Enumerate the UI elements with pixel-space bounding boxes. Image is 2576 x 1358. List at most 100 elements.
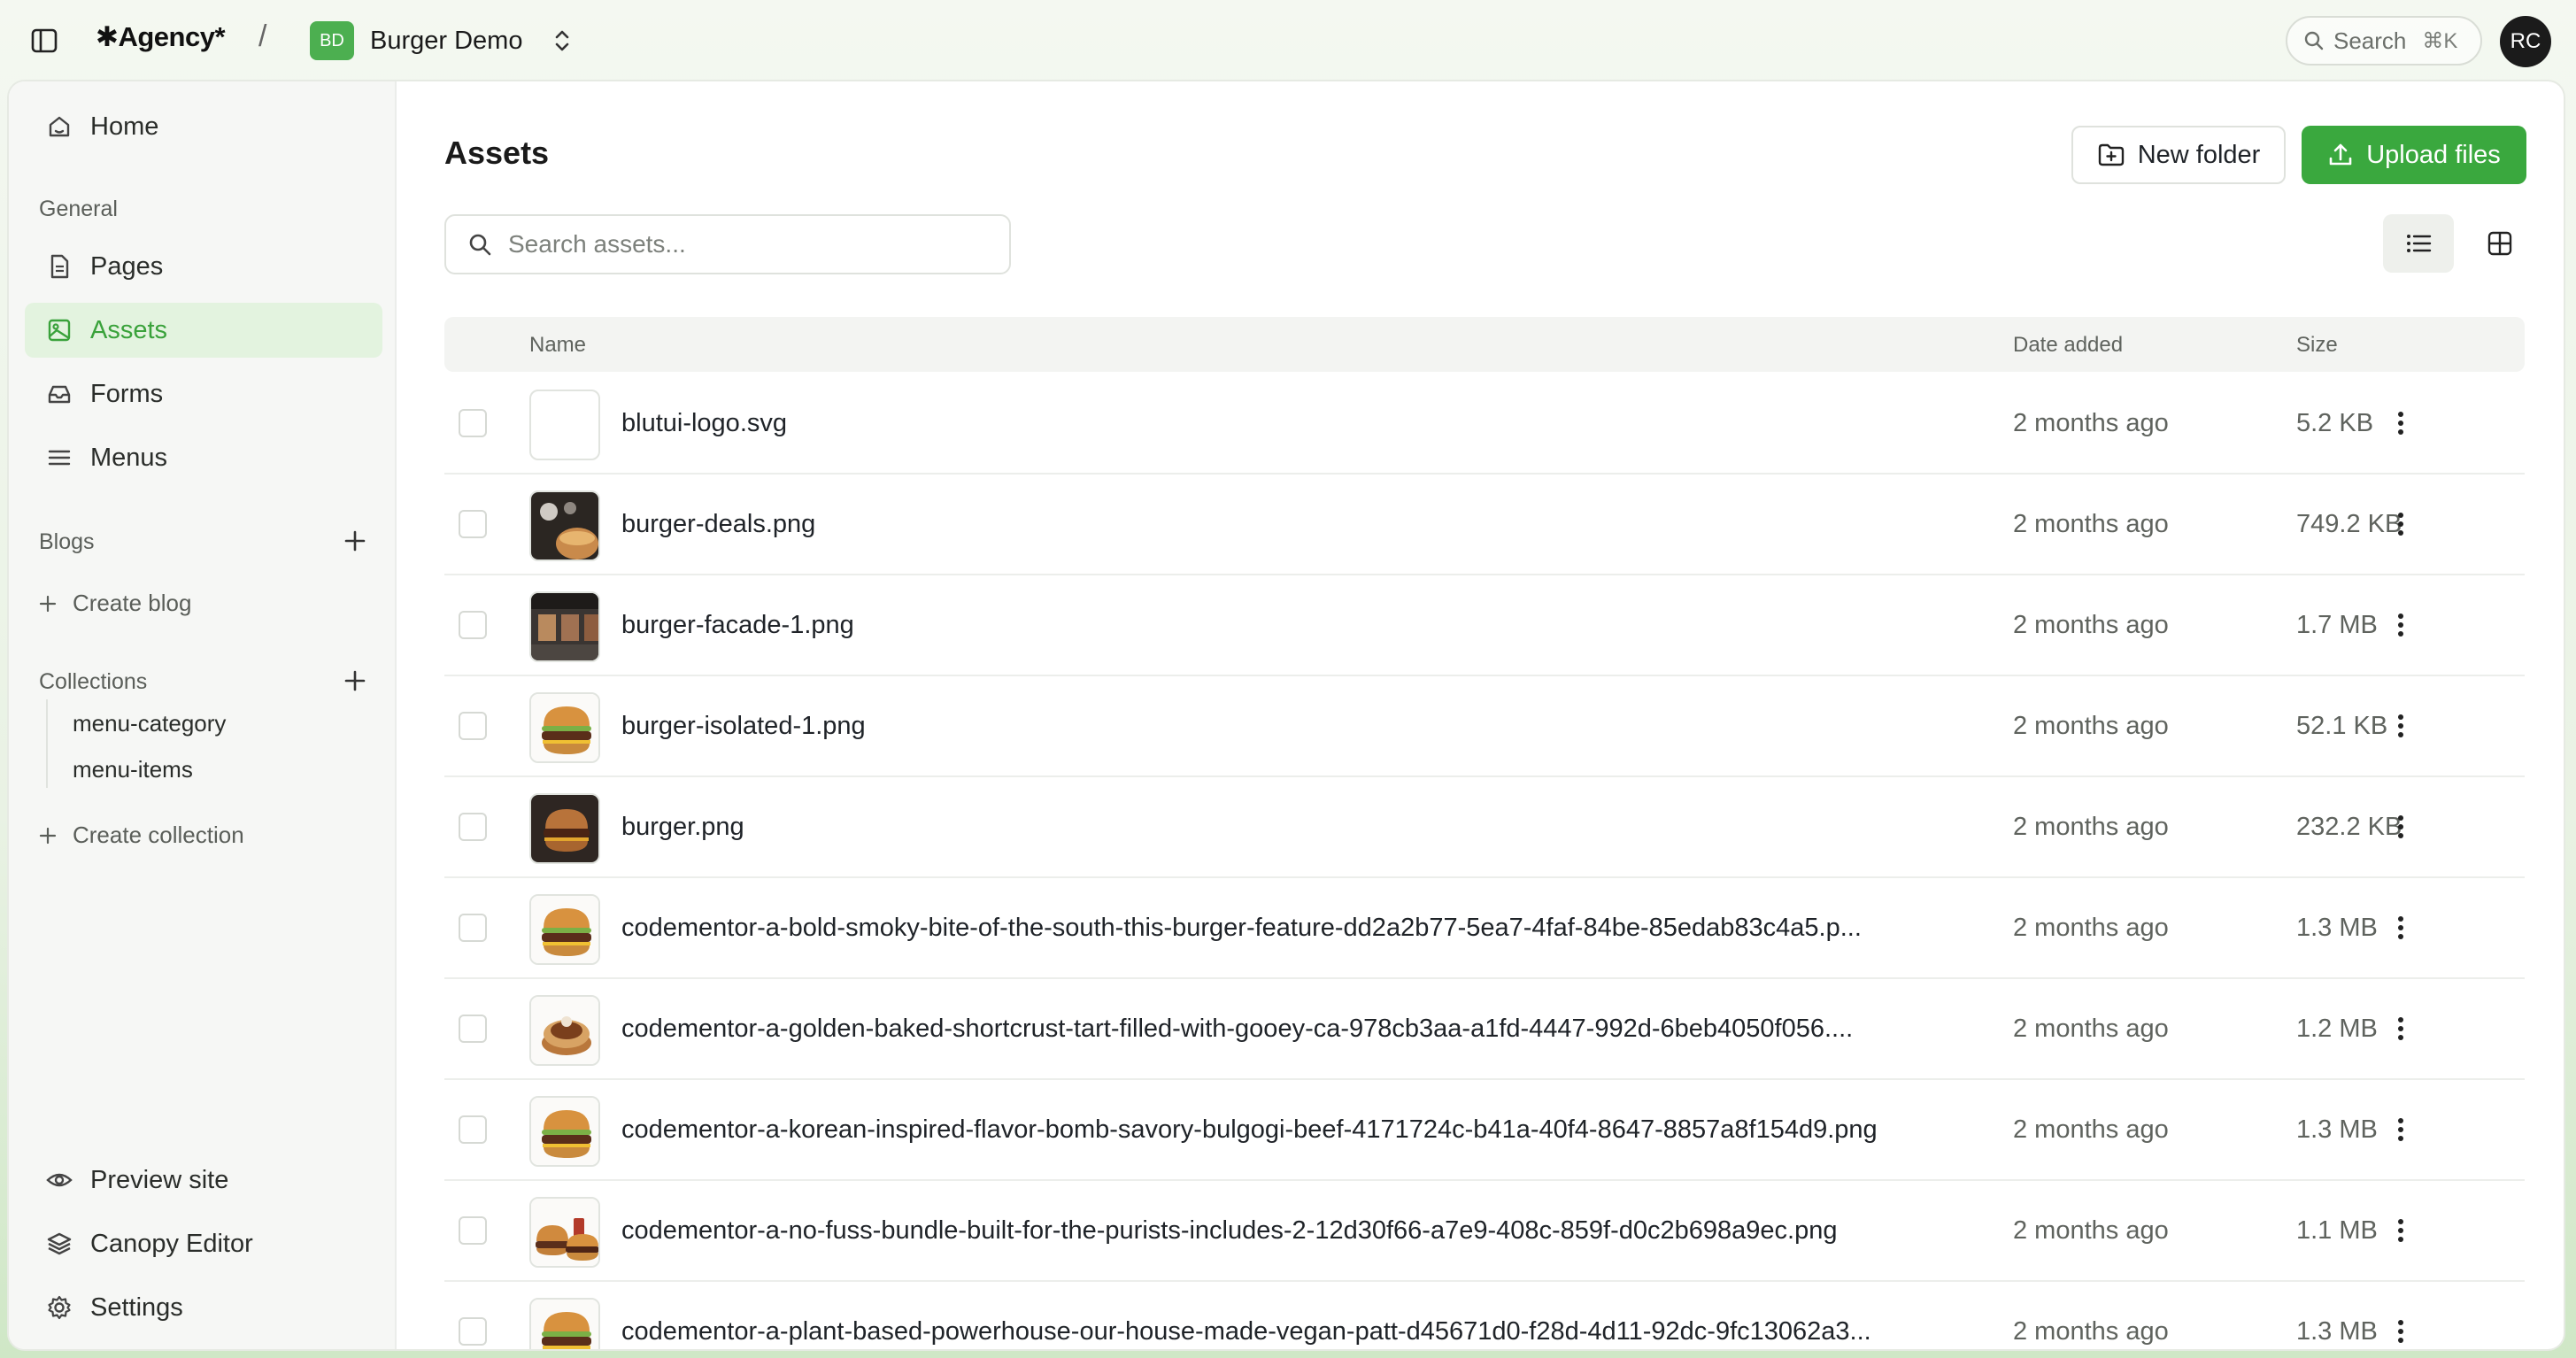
add-blog-icon[interactable] (340, 526, 370, 556)
asset-name[interactable]: burger.png (621, 813, 1985, 842)
more-options-icon[interactable] (2383, 1009, 2418, 1048)
asset-date: 2 months ago (2013, 1115, 2169, 1144)
more-options-icon[interactable] (2383, 1211, 2418, 1250)
more-options-icon[interactable] (2383, 1312, 2418, 1349)
row-checkbox[interactable] (459, 813, 487, 841)
asset-name[interactable]: burger-isolated-1.png (621, 712, 1985, 741)
gear-icon (48, 1295, 71, 1320)
more-options-icon[interactable] (2383, 1110, 2418, 1149)
asset-name[interactable]: codementor-a-no-fuss-bundle-built-for-th… (621, 1216, 1985, 1246)
search-label: Search (2333, 27, 2407, 54)
search-icon (469, 234, 491, 256)
list-view-toggle[interactable] (2383, 214, 2454, 273)
global-search-button[interactable]: Search ⌘K (2286, 16, 2482, 66)
more-options-icon[interactable] (2383, 706, 2418, 745)
breadcrumb-separator: / (258, 19, 267, 53)
sidebar-item-pages[interactable]: Pages (25, 239, 382, 294)
column-header-size[interactable]: Size (2296, 333, 2338, 358)
collection-item-menu-items[interactable]: menu-items (73, 756, 193, 783)
search-icon (2304, 31, 2324, 50)
upload-icon (2329, 143, 2352, 166)
more-options-icon[interactable] (2383, 404, 2418, 443)
create-blog-link[interactable]: Create blog (39, 590, 191, 617)
more-options-icon[interactable] (2383, 505, 2418, 544)
column-header-date[interactable]: Date added (2013, 333, 2123, 358)
user-avatar[interactable]: RC (2500, 16, 2551, 67)
sidebar-item-menus[interactable]: Menus (25, 430, 382, 485)
asset-name[interactable]: codementor-a-bold-smoky-bite-of-the-sout… (621, 914, 1985, 943)
row-checkbox[interactable] (459, 1115, 487, 1144)
asset-name[interactable]: burger-facade-1.png (621, 611, 1985, 640)
sidebar-item-assets[interactable]: Assets (25, 303, 382, 358)
search-shortcut: ⌘K (2422, 28, 2458, 53)
table-row[interactable]: blutui-logo.svg 2 months ago 5.2 KB (444, 374, 2525, 475)
sidebar: Home General Pages Assets Forms Menus Bl… (9, 81, 397, 1349)
asset-thumbnail (529, 591, 600, 662)
row-checkbox[interactable] (459, 409, 487, 437)
row-checkbox[interactable] (459, 510, 487, 538)
table-row[interactable]: codementor-a-bold-smoky-bite-of-the-sout… (444, 878, 2525, 979)
create-collection-link[interactable]: Create collection (39, 822, 244, 849)
chevron-up-down-icon[interactable] (552, 27, 572, 54)
column-header-name[interactable]: Name (529, 333, 586, 358)
asset-name[interactable]: codementor-a-plant-based-powerhouse-our-… (621, 1317, 1985, 1346)
project-switcher[interactable]: BD Burger Demo (310, 21, 572, 60)
asset-thumbnail (529, 995, 600, 1066)
menu-lines-icon (48, 450, 71, 466)
asset-search-input[interactable] (508, 230, 968, 258)
table-row[interactable]: burger.png 2 months ago 232.2 KB (444, 777, 2525, 878)
sidebar-item-home[interactable]: Home (25, 99, 382, 154)
asset-thumbnail (529, 1197, 600, 1268)
sidebar-item-settings[interactable]: Settings (25, 1280, 382, 1335)
table-row[interactable]: codementor-a-plant-based-powerhouse-our-… (444, 1282, 2525, 1349)
new-folder-button[interactable]: New folder (2071, 126, 2286, 184)
row-checkbox[interactable] (459, 914, 487, 942)
asset-size: 1.2 MB (2296, 1015, 2378, 1043)
table-row[interactable]: burger-facade-1.png 2 months ago 1.7 MB (444, 575, 2525, 676)
home-icon (49, 116, 70, 137)
table-row[interactable]: codementor-a-korean-inspired-flavor-bomb… (444, 1080, 2525, 1181)
row-checkbox[interactable] (459, 1216, 487, 1245)
top-bar: ✱Agency* / BD Burger Demo Search ⌘K RC (0, 0, 2576, 81)
sidebar-item-canopy-editor[interactable]: Canopy Editor (25, 1216, 382, 1271)
upload-files-button[interactable]: Upload files (2302, 126, 2526, 184)
add-collection-icon[interactable] (340, 666, 370, 696)
asset-date: 2 months ago (2013, 1015, 2169, 1043)
collection-item-menu-category[interactable]: menu-category (73, 710, 226, 737)
grid-view-toggle[interactable] (2464, 214, 2535, 273)
asset-size: 52.1 KB (2296, 712, 2388, 740)
table-row[interactable]: burger-isolated-1.png 2 months ago 52.1 KB (444, 676, 2525, 777)
layers-icon (47, 1232, 72, 1255)
table-row[interactable]: codementor-a-golden-baked-shortcrust-tar… (444, 979, 2525, 1080)
sidebar-item-label: Preview site (90, 1165, 229, 1194)
asset-name[interactable]: blutui-logo.svg (621, 409, 1985, 438)
app-shell: Home General Pages Assets Forms Menus Bl… (9, 81, 2564, 1349)
table-row[interactable]: burger-deals.png 2 months ago 749.2 KB (444, 475, 2525, 575)
table-row[interactable]: codementor-a-no-fuss-bundle-built-for-th… (444, 1181, 2525, 1282)
create-blog-label: Create blog (73, 590, 192, 616)
asset-name[interactable]: codementor-a-golden-baked-shortcrust-tar… (621, 1015, 1985, 1044)
asset-name[interactable]: burger-deals.png (621, 510, 1985, 539)
asset-date: 2 months ago (2013, 611, 2169, 639)
sidebar-item-label: Home (90, 112, 159, 141)
sidebar-toggle-icon[interactable] (27, 25, 62, 57)
asset-name[interactable]: codementor-a-korean-inspired-flavor-bomb… (621, 1115, 1985, 1145)
project-name: Burger Demo (370, 26, 523, 55)
more-options-icon[interactable] (2383, 606, 2418, 644)
row-checkbox[interactable] (459, 1317, 487, 1346)
asset-size: 1.3 MB (2296, 914, 2378, 942)
section-label-general: General (39, 197, 118, 221)
more-options-icon[interactable] (2383, 807, 2418, 846)
asset-size: 5.2 KB (2296, 409, 2374, 437)
row-checkbox[interactable] (459, 611, 487, 639)
image-icon (48, 319, 71, 342)
new-folder-label: New folder (2137, 140, 2261, 169)
more-options-icon[interactable] (2383, 908, 2418, 947)
row-checkbox[interactable] (459, 1015, 487, 1043)
row-checkbox[interactable] (459, 712, 487, 740)
sidebar-item-forms[interactable]: Forms (25, 367, 382, 421)
sidebar-item-preview-site[interactable]: Preview site (25, 1153, 382, 1208)
brand-logo[interactable]: ✱Agency* (96, 21, 226, 53)
asset-thumbnail (529, 490, 600, 561)
asset-date: 2 months ago (2013, 510, 2169, 538)
